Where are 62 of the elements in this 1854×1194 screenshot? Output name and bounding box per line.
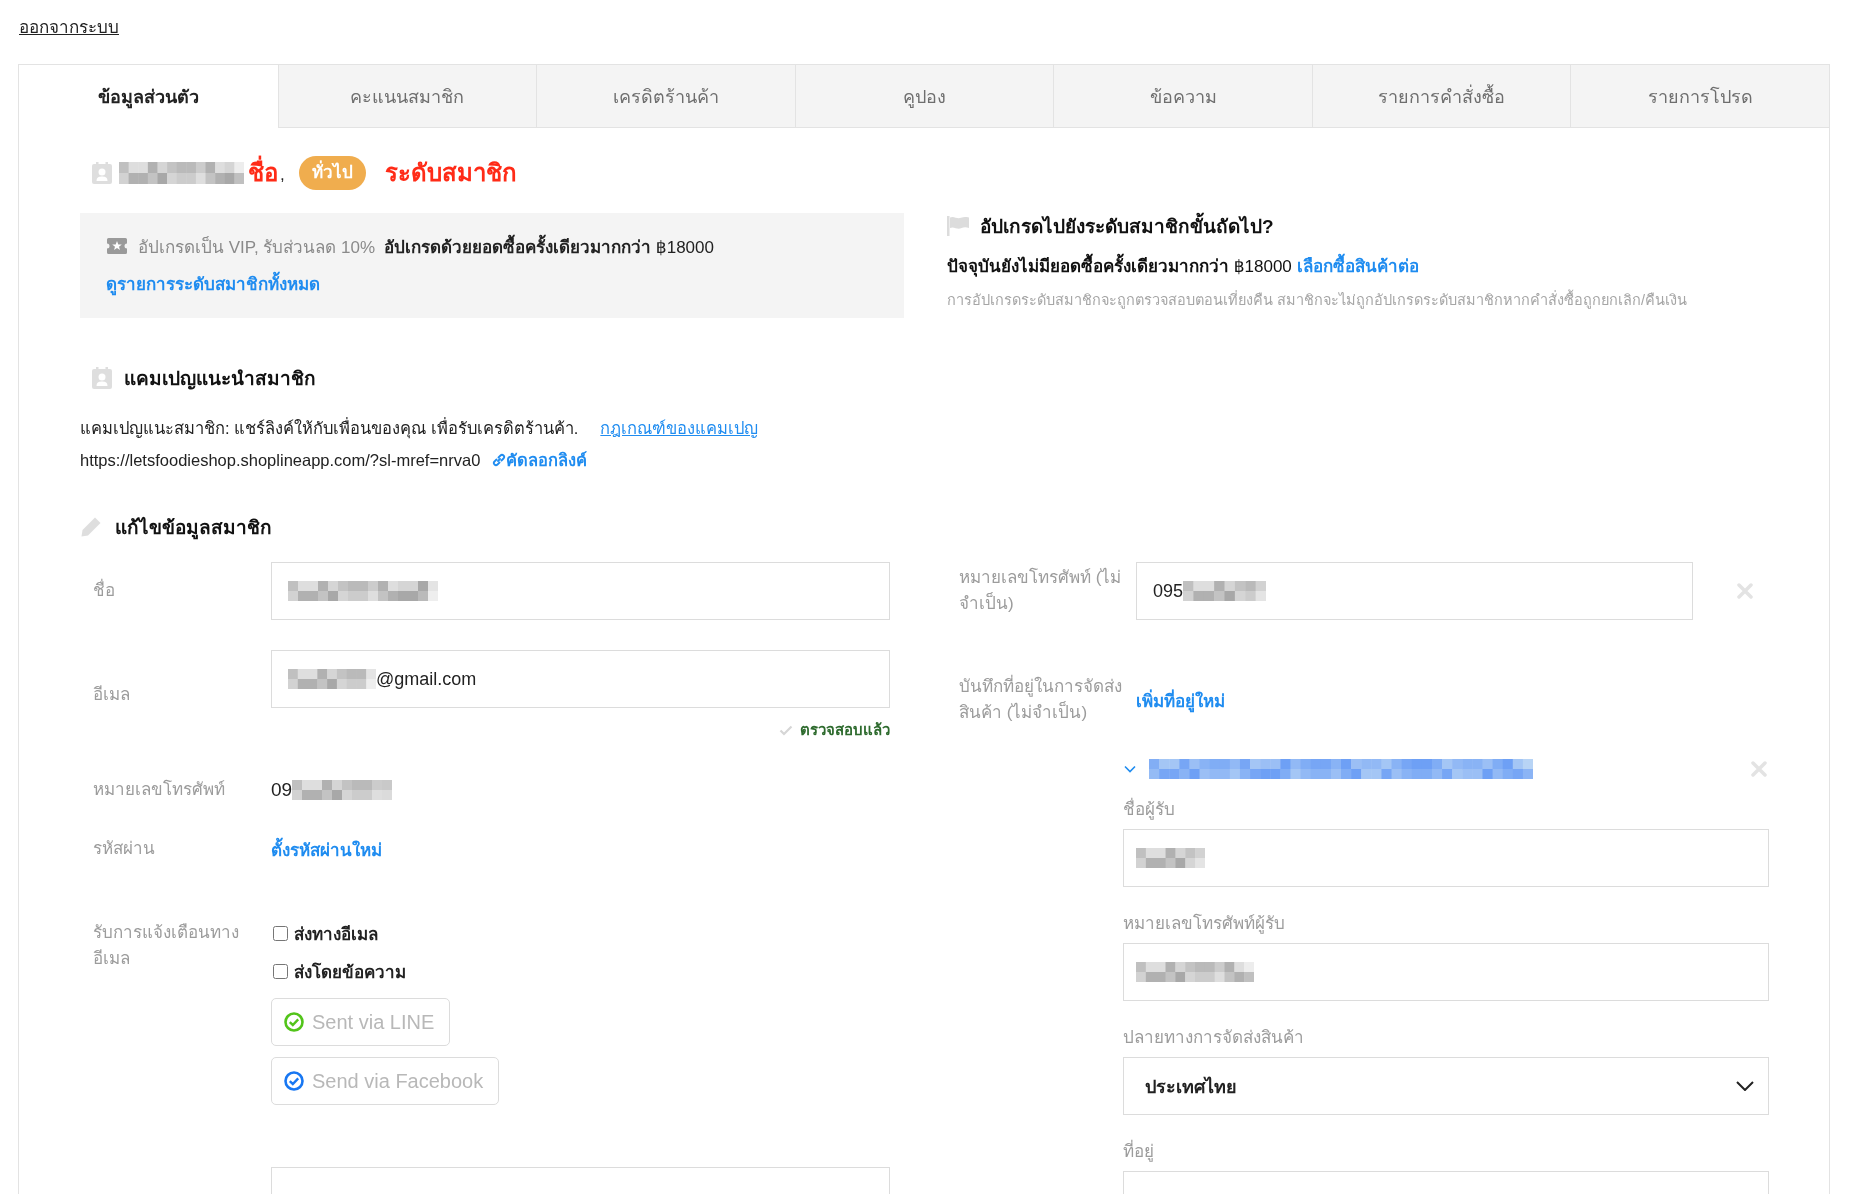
referral-description: แคมเปญแนะสมาชิก: แชร์ลิงค์ให้กับเพื่อนของคุณ เพื่อรับเครดิตร้านค้า. [80, 416, 579, 440]
pixelated-text [1136, 848, 1205, 868]
section-heading: แคมเปญแนะนำสมาชิก [124, 367, 316, 392]
copy-link-button[interactable]: คัดลอกลิงค์ [492, 448, 588, 472]
upgrade-status: ปัจจุบันยังไม่มียอดซื้อครั้งเดียวมากกว่า ฿18000 [947, 254, 1292, 280]
field-label: รับการแจ้งเตือนทางอีเมล [93, 923, 239, 968]
input-field[interactable] [1123, 943, 1769, 1001]
field-label: ชื่อผู้รับ [1123, 798, 1769, 822]
chevron-down-icon [1736, 1081, 1754, 1091]
checkbox[interactable] [273, 925, 288, 941]
input-field[interactable] [271, 1167, 890, 1194]
close-icon[interactable] [1737, 583, 1753, 599]
field-label: อีเมล [93, 685, 130, 704]
field-label: ที่อยู่ [1123, 1140, 1769, 1164]
pencil-icon [80, 516, 102, 538]
tab[interactable]: คูปอง [794, 65, 1054, 128]
field-label: ปลายทางการจัดส่งสินค้า [1123, 1027, 1305, 1049]
field-value: 09 [271, 779, 293, 801]
continue-shopping-link[interactable]: เลือกซื้อสินค้าต่อ [1296, 254, 1419, 280]
tab[interactable]: รายการคำสั่งซื้อ [1311, 65, 1571, 128]
checkbox[interactable] [273, 963, 288, 979]
country-select[interactable]: ประเทศไทย [1123, 1057, 1769, 1115]
checkbox-label: ส่งทางอีเมล [294, 923, 378, 946]
chevron-icon[interactable] [1124, 765, 1136, 773]
tab[interactable]: คะแนนสมาชิก [277, 65, 537, 128]
tier-label: ระดับสมาชิก [384, 158, 517, 188]
section-heading: อัปเกรดไปยังระดับสมาชิกขั้นถัดไป? [980, 211, 1274, 241]
input-field[interactable]: 095 [1136, 562, 1693, 620]
input-field[interactable] [1123, 1171, 1769, 1194]
contact-card-icon [92, 367, 112, 389]
field-value: 095 [1153, 580, 1184, 602]
field-label: หมายเลขโทรศัพท์ผู้รับ [1123, 912, 1286, 936]
upgrade-offer: อัปเกรดเป็น VIP, รับส่วนลด 10% [138, 235, 376, 259]
input-field[interactable]: @gmail.com [271, 650, 890, 708]
input-field[interactable] [271, 562, 890, 620]
tab[interactable]: ข้อความ [1053, 65, 1312, 128]
referral-url: https://letsfoodieshop.shoplineapp.com/?sl-mref=nrva0 [80, 450, 481, 471]
campaign-rules-link[interactable]: กฎเกณฑ์ของแคมเปญ [600, 416, 759, 440]
field-label: หมายเลขโทรศัพท์ [93, 780, 225, 799]
input-field[interactable] [1123, 829, 1769, 887]
chain-link-icon [492, 453, 507, 467]
section-heading: แก้ไขข้อมูลสมาชิก [115, 516, 272, 542]
checkbox-label: ส่งโดยข้อความ [294, 961, 406, 984]
check-circle-icon [284, 1071, 304, 1091]
check-circle-icon [284, 1012, 304, 1032]
verified-label: ตรวจสอบแล้ว [800, 720, 890, 740]
logout-link[interactable]: ออกจากระบบ [19, 18, 119, 37]
tab[interactable]: รายการโปรด [1570, 65, 1829, 128]
tiers-link[interactable]: ดูรายการระดับสมาชิกทั้งหมด [106, 273, 320, 297]
ticket-star-icon [107, 238, 127, 254]
field-value: @gmail.com [376, 668, 477, 690]
upgrade-note: การอัปเกรดระดับสมาชิกจะถูกตรวจสอบตอนเที่ยงคืน สมาชิกจะไม่ถูกอัปเกรดระดับสมาชิกหากคำสั่งซื้อถูกยกเลิก/คืนเงิน [947, 290, 1688, 310]
field-label: หมายเลขโทรศัพท์ (ไม่จำเป็น) [959, 568, 1122, 613]
flag-icon [947, 216, 969, 236]
field-label: รหัสผ่าน [93, 839, 155, 858]
contact-card-icon [92, 162, 112, 184]
upgrade-condition: อัปเกรดด้วยยอดซื้อครั้งเดียวมากกว่า ฿18000 [384, 232, 714, 260]
tier-badge: ทั่วไป [298, 156, 366, 190]
close-icon[interactable] [1751, 761, 1767, 777]
add-address-link[interactable]: เพิ่มที่อยู่ใหม่ [1136, 686, 1225, 714]
tab[interactable]: เครดิตร้านค้า [536, 65, 795, 128]
name-separator: , [280, 165, 285, 185]
